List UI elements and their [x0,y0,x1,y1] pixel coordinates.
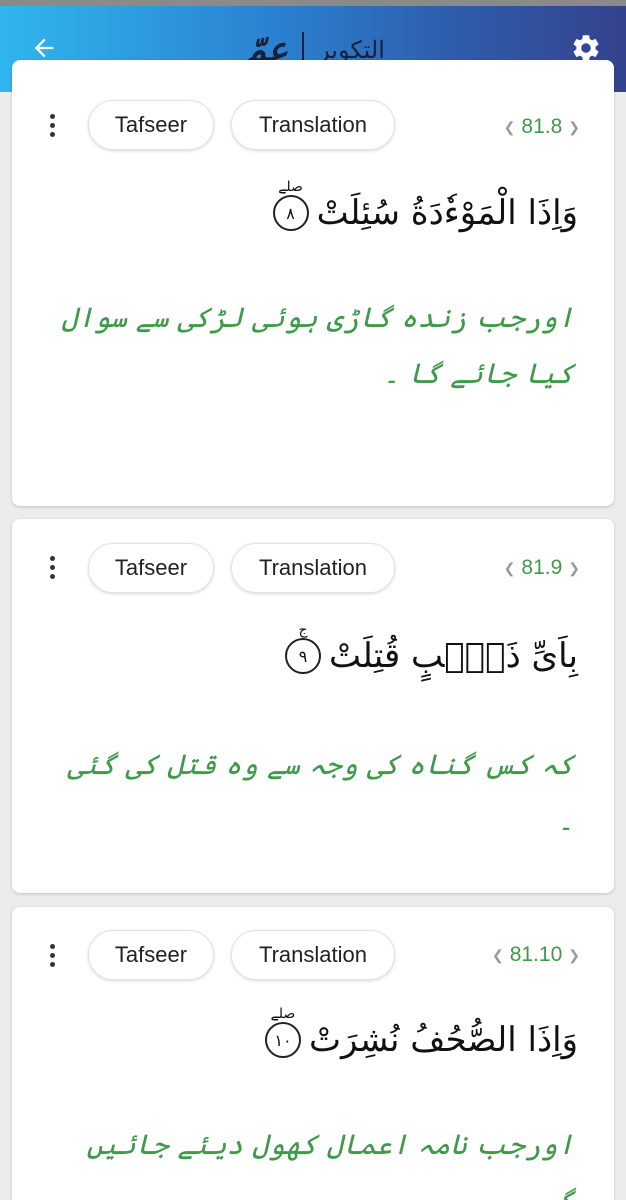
pause-mark: ج [298,622,308,638]
more-options-button[interactable] [42,937,62,973]
urdu-translation: اورجب زندہ گاڑی ہوئی لڑکی سے سوال کیا جا… [61,301,574,390]
verse-card: Tafseer Translation ❮ 81.10 ❯ وَاِذَا ال… [12,907,614,1200]
ayah-end-marker: صلے ١٠ [264,1006,301,1058]
ornament-left-icon: ❮ [503,559,516,576]
more-vertical-icon [49,555,55,561]
ornament-right-icon: ❯ [568,946,580,963]
urdu-translation: کہ کس گناہ کی وجہ سے وہ قتل کی گئی ۔ [67,748,574,837]
arabic-text: بِاَیِّ ذَنْۢبٍ قُتِلَتْ [329,636,578,676]
arabic-text: وَاِذَا الْمَوْءٗدَةُ سُئِلَتْ [316,193,578,233]
arabic-verse: وَاِذَا الْمَوْءٗدَةُ سُئِلَتْ صلے ٨ [272,178,578,248]
ayah-number: ٩ [298,646,308,666]
verse-number: 81.8 [521,115,563,138]
ayah-end-marker: ج ٩ [285,622,322,674]
arabic-verse: بِاَیِّ ذَنْۢبٍ قُتِلَتْ ج ٩ [285,621,578,691]
translation-button[interactable]: Translation [231,543,395,593]
more-options-button[interactable] [42,549,62,585]
ayah-number: ٨ [286,203,295,223]
verse-number: 81.9 [521,556,563,579]
tafseer-button[interactable]: Tafseer [88,100,214,150]
more-vertical-icon [49,113,55,119]
urdu-translation: اورجب نامہ اعمال کھول دیئے جائیں گے ۔ [86,1128,574,1200]
arrow-left-icon [34,38,54,58]
ayah-number: ١٠ [274,1030,292,1050]
more-vertical-icon [49,943,55,949]
translation-button[interactable]: Translation [231,100,395,150]
arabic-verse: وَاِذَا الصُّحُفُ نُشِرَتْ صلے ١٠ [264,1005,578,1075]
more-options-button[interactable] [42,107,62,143]
verse-number: 81.10 [509,943,563,966]
pause-mark: صلے [278,179,303,195]
verse-reference: ❮ 81.9 ❯ [504,550,580,586]
arabic-text: وَاِذَا الصُّحُفُ نُشِرَتْ [308,1020,578,1060]
ayah-end-marker: صلے ٨ [272,179,309,231]
translation-button[interactable]: Translation [231,930,395,980]
ornament-right-icon: ❯ [568,118,580,135]
ornament-left-icon: ❮ [491,946,504,963]
verse-reference: ❮ 81.10 ❯ [492,937,580,973]
ornament-right-icon: ❯ [568,559,580,576]
ornament-left-icon: ❮ [503,118,516,135]
tafseer-button[interactable]: Tafseer [88,930,214,980]
verse-card: Tafseer Translation ❮ 81.8 ❯ وَاِذَا الْ… [12,60,614,506]
verse-card: Tafseer Translation ❮ 81.9 ❯ بِاَیِّ ذَن… [12,519,614,893]
tafseer-button[interactable]: Tafseer [88,543,214,593]
verse-reference: ❮ 81.8 ❯ [504,109,580,145]
pause-mark: صلے [270,1006,296,1022]
